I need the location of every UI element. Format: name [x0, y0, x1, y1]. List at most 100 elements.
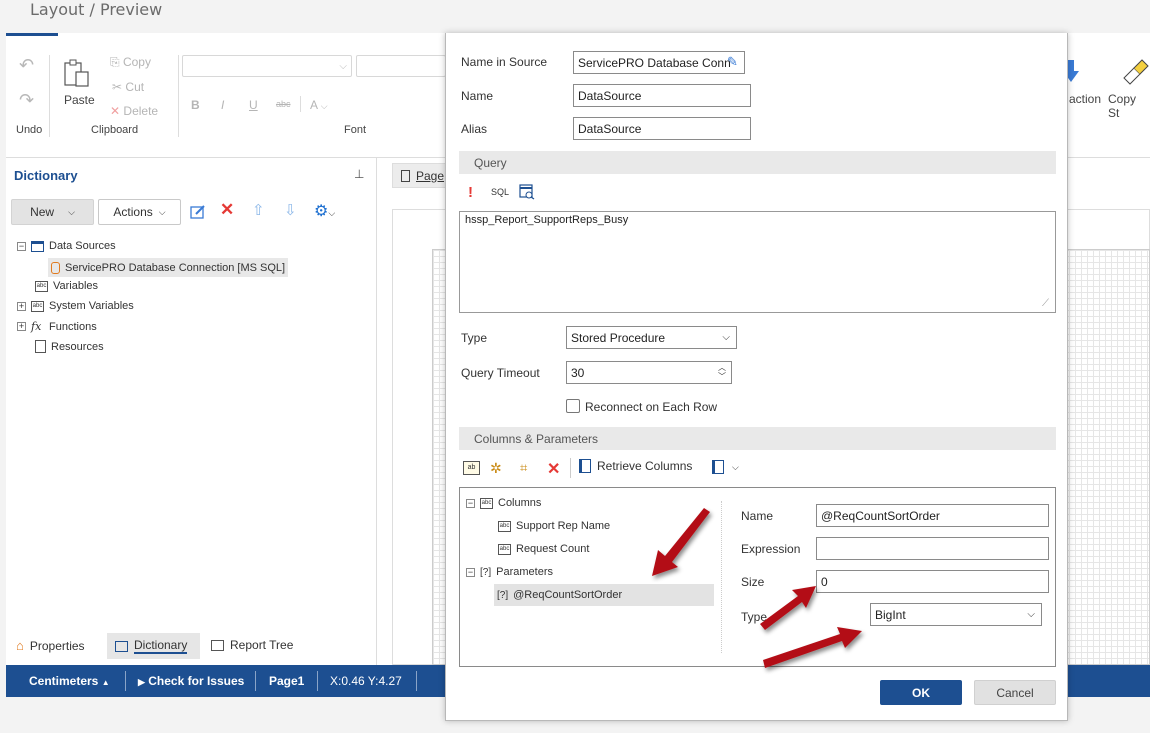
tab-properties[interactable]: ⌂ Properties [16, 638, 85, 653]
copy-style-icon[interactable] [1120, 58, 1150, 86]
bold-button[interactable]: B [191, 98, 200, 112]
spin-arrows-icon[interactable]: ︿ ﹀ [718, 363, 726, 381]
new-column-icon[interactable]: ab [463, 461, 480, 475]
move-down-icon[interactable]: ⇩ [284, 201, 297, 219]
tab-report-tree[interactable]: Report Tree [211, 638, 293, 652]
units-selector[interactable]: Centimeters ▲ [29, 674, 110, 688]
name-in-source-field[interactable]: ServicePRO Database Conn [573, 51, 745, 74]
type-select[interactable]: Stored Procedure ⌵ [566, 326, 737, 349]
delete-label: Delete [123, 104, 159, 118]
collapse-icon[interactable]: − [466, 567, 475, 577]
expand-icon[interactable]: + [17, 301, 26, 311]
annotation-arrow-3 [763, 627, 862, 668]
pin-icon[interactable]: ⊥ [354, 167, 364, 181]
columns-menu-icon [712, 460, 724, 474]
parameter-icon: [?] [497, 589, 509, 601]
tree-label: Parameters [496, 566, 553, 578]
copy-button[interactable]: ⎘ Copy [110, 55, 151, 70]
cut-label: Cut [125, 80, 145, 94]
actions-button[interactable]: Actions ⌵ [98, 199, 181, 225]
chevron-down-icon: ⌵ [158, 206, 166, 217]
query-timeout-stepper[interactable]: 30 ︿ ﹀ [566, 361, 732, 384]
check-issues-button[interactable]: ▶ Check for Issues [138, 674, 244, 688]
tree-item-connection[interactable]: ServicePRO Database Connection [MS SQL] [48, 258, 289, 277]
font-name-select[interactable]: ⌵ [182, 55, 352, 77]
strikethrough-button[interactable]: abc [276, 99, 291, 109]
dictionary-panel [6, 158, 377, 665]
table-icon [31, 240, 44, 252]
move-up-icon[interactable]: ⇧ [252, 201, 265, 219]
font-color-button[interactable]: A ⌵ [310, 98, 328, 112]
name-in-source-label: Name in Source [461, 55, 548, 69]
paste-icon[interactable] [62, 58, 94, 90]
font-size-select[interactable] [356, 55, 446, 77]
chevron-down-icon: ⌵ [320, 101, 328, 111]
name-field[interactable]: DataSource [573, 84, 751, 107]
tree-item-columns[interactable]: − abc Columns [466, 497, 541, 509]
resize-grip-icon[interactable]: ⟋ [1042, 298, 1049, 309]
italic-button[interactable]: I [221, 98, 224, 112]
tree-item-parameters[interactable]: − [?] Parameters [466, 566, 553, 578]
tree-item-data-sources[interactable]: − Data Sources [17, 240, 116, 252]
delete-icon[interactable]: ✕ [547, 459, 560, 479]
tab-dictionary[interactable]: Dictionary [107, 633, 200, 659]
status-divider [255, 671, 256, 691]
tree-label: Variables [53, 280, 99, 292]
query-timeout-label: Query Timeout [461, 366, 540, 380]
font-color-label: A [310, 98, 318, 112]
new-label: New [30, 205, 55, 219]
new-button[interactable]: New ⌵ [11, 199, 94, 225]
retrieve-columns-label: Retrieve Columns [597, 459, 693, 473]
copy-icon: ⎘ [110, 55, 120, 69]
expand-icon[interactable]: + [17, 322, 26, 331]
tree-item-system-variables[interactable]: + abc System Variables [17, 300, 134, 312]
page-tab[interactable]: Page [392, 163, 447, 188]
chevron-down-icon: ⌵ [328, 208, 336, 218]
edit-pencil-icon[interactable]: ✎ [727, 54, 738, 70]
page-tab-label: Page [416, 168, 445, 183]
tree-item-variables[interactable]: abc Variables [35, 280, 98, 292]
delete-icon[interactable]: ✕ [220, 200, 234, 220]
action-button[interactable]: action [1069, 92, 1101, 106]
more-options-button[interactable]: ⌵ [712, 460, 739, 474]
copy-style-button[interactable]: Copy St [1108, 92, 1150, 120]
units-label: Centimeters [29, 674, 99, 688]
cut-button[interactable]: ✂ Cut [112, 80, 144, 94]
status-divider [317, 671, 318, 691]
collapse-icon[interactable]: − [17, 241, 26, 251]
paste-button[interactable]: Paste [64, 93, 95, 107]
redo-icon[interactable]: ↷ [19, 90, 34, 111]
tree-item-request-count[interactable]: abc Request Count [498, 543, 589, 555]
delete-button[interactable]: ✕ Delete [110, 104, 158, 118]
undo-group-label: Undo [16, 124, 43, 136]
reconnect-checkbox[interactable] [566, 399, 580, 413]
settings-gear-icon[interactable]: ⚙⌵ [314, 201, 335, 221]
query-builder-icon[interactable] [519, 184, 535, 200]
new-parameter-icon[interactable]: ⌗ [520, 460, 527, 476]
toolbar-divider [570, 458, 571, 478]
query-text-area[interactable]: hssp_Report_SupportReps_Busy [459, 211, 1056, 313]
tree-item-functions[interactable]: + fx Functions [17, 320, 97, 333]
play-icon: ▶ [138, 677, 145, 687]
tree-item-resources[interactable]: Resources [35, 340, 104, 353]
tree-label: Data Sources [49, 240, 116, 252]
variable-icon: abc [31, 300, 44, 312]
underline-button[interactable]: U [249, 98, 258, 112]
sql-button[interactable]: SQL [491, 187, 509, 197]
window-title: Layout / Preview [30, 0, 163, 19]
tree-item-support-rep-name[interactable]: abc Support Rep Name [498, 520, 610, 532]
font-group-label: Font [344, 124, 367, 136]
check-issues-label: Check for Issues [148, 674, 245, 688]
tree-label: Functions [49, 320, 97, 333]
undo-icon[interactable]: ↶ [19, 55, 34, 76]
collapse-icon[interactable]: − [466, 498, 475, 508]
ok-button[interactable]: OK [880, 680, 962, 705]
exclamation-icon[interactable]: ! [468, 184, 473, 201]
new-calculated-column-icon[interactable]: ✲ [490, 460, 502, 477]
alias-field[interactable]: DataSource [573, 117, 751, 140]
edit-icon[interactable] [190, 204, 206, 220]
param-type-select[interactable]: BigInt ⌵ [870, 603, 1042, 626]
retrieve-columns-button[interactable]: Retrieve Columns [579, 459, 692, 473]
status-divider [416, 671, 417, 691]
cancel-button[interactable]: Cancel [974, 680, 1056, 705]
